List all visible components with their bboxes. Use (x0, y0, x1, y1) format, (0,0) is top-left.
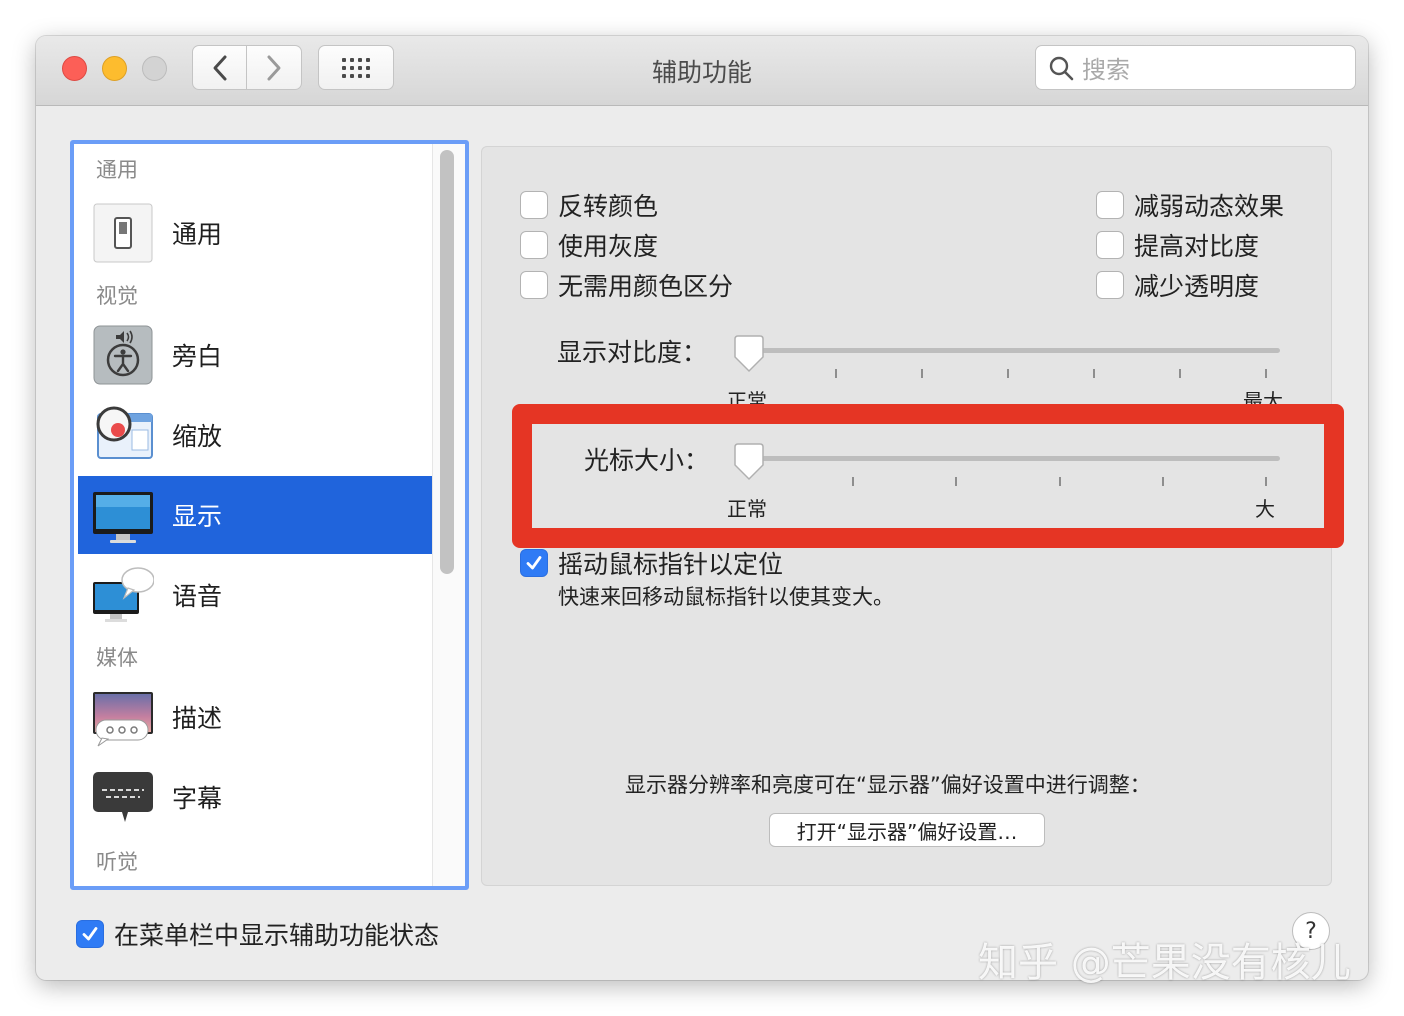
invert-colors-checkbox[interactable]: 反转颜色 (520, 187, 658, 223)
sidebar-item-label: 缩放 (172, 422, 223, 451)
checkbox-box[interactable] (520, 549, 548, 577)
sidebar-item-label: 字幕 (172, 784, 223, 813)
annotation-highlight-frame (512, 404, 1344, 548)
open-display-prefs-button[interactable]: 打开“显示器”偏好设置… (769, 813, 1045, 847)
section-media: 媒体 (96, 646, 138, 670)
slider-tick (1179, 369, 1181, 378)
category-sidebar[interactable]: 通用 通用 视觉 旁白 缩放 显示 语音 媒体 描述 字幕 听觉 (70, 140, 469, 890)
checkbox-box[interactable] (1096, 271, 1124, 299)
checkbox-label: 反转颜色 (558, 192, 659, 221)
checkbox-box[interactable] (1096, 191, 1124, 219)
speech-icon (93, 567, 154, 622)
search-icon (1049, 56, 1074, 80)
contrast-slider-thumb[interactable] (732, 335, 766, 373)
checkbox-box[interactable] (520, 271, 548, 299)
general-switch-icon (93, 203, 153, 263)
checkbox-box[interactable] (520, 191, 548, 219)
sidebar-item-label: 旁白 (172, 342, 223, 371)
contrast-slider-track[interactable] (740, 348, 1280, 353)
slider-tick (1093, 369, 1095, 378)
contrast-slider-label: 显示对比度： (557, 338, 708, 367)
section-hearing: 听觉 (96, 850, 138, 874)
sidebar-item-voiceover[interactable]: 旁白 (78, 316, 432, 394)
descriptions-icon (93, 692, 153, 747)
captions-icon (93, 772, 153, 822)
search-placeholder: 搜索 (1082, 56, 1130, 84)
checkbox-label: 无需用颜色区分 (558, 272, 734, 301)
sidebar-item-label: 语音 (172, 582, 223, 611)
checkmark-icon (526, 556, 542, 570)
shake-to-locate-checkbox[interactable]: 摇动鼠标指针以定位 (520, 545, 783, 581)
search-field[interactable]: 搜索 (1035, 45, 1356, 90)
checkbox-label: 减少透明度 (1134, 272, 1260, 301)
shake-to-locate-description: 快速来回移动鼠标指针以使其变大。 (558, 585, 894, 609)
sidebar-item-speech[interactable]: 语音 (78, 556, 432, 634)
reduce-transparency-checkbox[interactable]: 减少透明度 (1096, 267, 1259, 303)
checkbox-box[interactable] (1096, 231, 1124, 259)
voiceover-icon (93, 325, 153, 385)
section-general: 通用 (96, 158, 138, 182)
section-vision: 视觉 (96, 284, 138, 308)
checkbox-box[interactable] (520, 231, 548, 259)
menubar-status-checkbox[interactable]: 在菜单栏中显示辅助功能状态 (76, 916, 439, 952)
sidebar-item-label: 通用 (172, 220, 223, 249)
sidebar-item-captions[interactable]: 字幕 (78, 758, 432, 836)
use-grayscale-checkbox[interactable]: 使用灰度 (520, 227, 658, 263)
sidebar-item-label: 描述 (172, 704, 223, 733)
checkbox-label: 使用灰度 (558, 232, 659, 261)
watermark: 知乎 @芒果没有核儿 (978, 940, 1351, 986)
slider-tick (921, 369, 923, 378)
checkbox-label: 提高对比度 (1134, 232, 1260, 261)
reduce-motion-checkbox[interactable]: 减弱动态效果 (1096, 187, 1284, 223)
sidebar-item-descriptions[interactable]: 描述 (78, 678, 432, 756)
sidebar-item-general[interactable]: 通用 (78, 194, 432, 272)
slider-tick (1265, 369, 1267, 378)
checkbox-box[interactable] (76, 920, 104, 948)
zoom-icon (96, 406, 153, 459)
slider-tick (835, 369, 837, 378)
checkbox-label: 减弱动态效果 (1134, 192, 1285, 221)
display-icon (93, 492, 153, 543)
title-bar: 辅助功能 搜索 (36, 36, 1368, 106)
sidebar-scrollbar[interactable] (440, 150, 454, 574)
sidebar-item-label: 显示 (172, 502, 223, 531)
sidebar-item-display[interactable]: 显示 (78, 476, 432, 554)
checkmark-icon (82, 927, 98, 941)
increase-contrast-checkbox[interactable]: 提高对比度 (1096, 227, 1259, 263)
checkbox-label: 摇动鼠标指针以定位 (558, 550, 784, 579)
differentiate-without-color-checkbox[interactable]: 无需用颜色区分 (520, 267, 733, 303)
sidebar-item-zoom[interactable]: 缩放 (78, 396, 432, 474)
slider-tick (1007, 369, 1009, 378)
checkbox-label: 在菜单栏中显示辅助功能状态 (114, 921, 440, 950)
display-prefs-hint: 显示器分辨率和亮度可在“显示器”偏好设置中进行调整： (625, 773, 1151, 797)
